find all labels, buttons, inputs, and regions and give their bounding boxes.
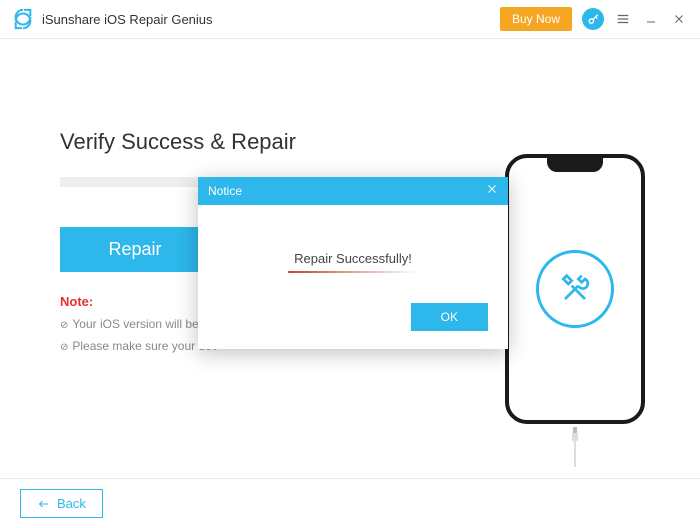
back-label: Back [57,496,86,511]
app-title: iSunshare iOS Repair Genius [42,12,213,27]
ok-button[interactable]: OK [411,303,488,331]
back-arrow-icon [37,498,51,510]
dialog-titlebar: Notice [198,177,508,205]
footer-bar: Back [0,478,700,528]
buy-now-button[interactable]: Buy Now [500,7,572,31]
repair-button[interactable]: Repair [60,227,210,272]
dialog-message: Repair Successfully! [294,251,412,266]
dialog-body: Repair Successfully! [198,205,508,293]
phone-notch [547,158,603,172]
dialog-title: Notice [208,184,242,198]
dialog-close-icon[interactable] [486,182,498,200]
tools-icon [536,250,614,328]
title-bar: iSunshare iOS Repair Genius Buy Now [0,0,700,38]
dialog-footer: OK [198,293,508,349]
back-button[interactable]: Back [20,489,103,518]
menu-icon[interactable] [614,10,632,28]
minimize-button[interactable] [642,10,660,28]
app-logo-icon [12,8,34,30]
notice-dialog: Notice Repair Successfully! OK [198,177,508,349]
phone-illustration [505,154,645,424]
key-icon-button[interactable] [582,8,604,30]
page-heading: Verify Success & Repair [60,129,640,155]
message-underline [288,271,418,273]
cable-icon [570,427,580,467]
close-window-button[interactable] [670,10,688,28]
